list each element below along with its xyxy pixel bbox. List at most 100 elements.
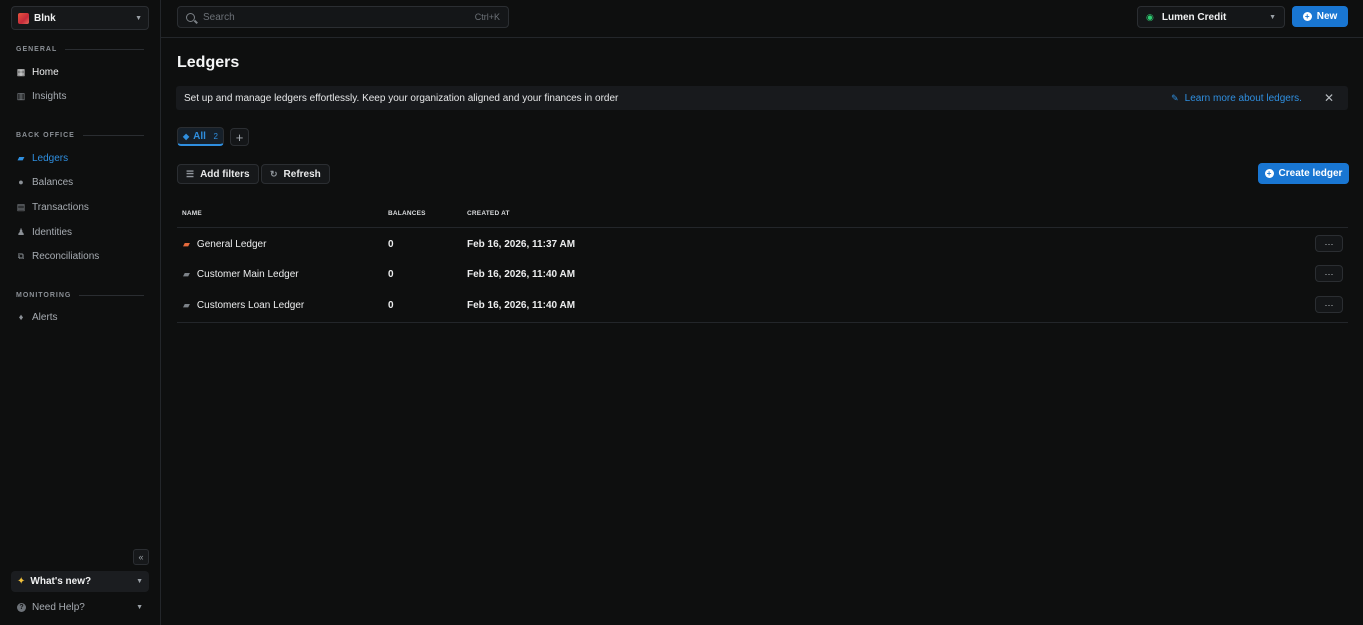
new-button-label: New bbox=[1316, 11, 1338, 22]
tab-count: 2 bbox=[213, 131, 218, 141]
create-ledger-label: Create ledger bbox=[1278, 168, 1343, 179]
layers-icon: ◆ bbox=[183, 131, 190, 141]
whats-new-button[interactable]: ✦ What's new? ▼ bbox=[11, 571, 149, 592]
section-label-general: GENERAL bbox=[16, 46, 144, 53]
chevron-down-icon: ▼ bbox=[136, 603, 143, 611]
ledger-balances: 0 bbox=[388, 268, 394, 280]
info-banner: Set up and manage ledgers effortlessly. … bbox=[176, 86, 1348, 110]
sidebar-item-label: Identities bbox=[32, 226, 73, 238]
sidebar-item-label: Ledgers bbox=[32, 152, 69, 164]
table-divider bbox=[177, 322, 1348, 323]
section-label-monitoring: MONITORING bbox=[16, 292, 144, 299]
sidebar-item-alerts[interactable]: ♦ Alerts bbox=[16, 308, 58, 326]
column-header-created-at[interactable]: CREATED AT bbox=[467, 210, 510, 217]
search-icon bbox=[186, 12, 195, 22]
folder-icon: ▰ bbox=[183, 238, 190, 249]
sidebar-item-transactions[interactable]: ▤ Transactions bbox=[16, 198, 89, 216]
sidebar-item-insights[interactable]: ▥ Insights bbox=[16, 87, 67, 105]
ledger-name-cell: ▰ Customer Main Ledger bbox=[183, 259, 299, 289]
ledger-name: Customer Main Ledger bbox=[196, 268, 299, 280]
search-shortcut: Ctrl+K bbox=[474, 12, 500, 22]
table-row[interactable]: ▰ General Ledger 0 Feb 16, 2026, 11:37 A… bbox=[177, 229, 1348, 259]
ledger-balances: 0 bbox=[388, 238, 394, 250]
folder-icon: ▰ bbox=[17, 152, 25, 163]
refresh-label: Refresh bbox=[283, 168, 321, 180]
column-header-name[interactable]: NAME bbox=[182, 210, 202, 217]
sidebar-item-label: Home bbox=[32, 66, 59, 78]
table-divider bbox=[177, 227, 1348, 228]
table-row[interactable]: ▰ Customers Loan Ledger 0 Feb 16, 2026, … bbox=[177, 290, 1348, 320]
new-button[interactable]: + New bbox=[1292, 6, 1348, 27]
add-filters-label: Add filters bbox=[200, 168, 250, 180]
divider bbox=[79, 295, 144, 296]
ledger-created-at: Feb 16, 2026, 11:40 AM bbox=[467, 299, 576, 311]
folder-icon: ▰ bbox=[183, 268, 190, 279]
ledger-name: General Ledger bbox=[196, 238, 267, 250]
learn-more-label: Learn more about ledgers. bbox=[1184, 92, 1302, 104]
column-header-balances[interactable]: BALANCES bbox=[388, 210, 426, 217]
close-icon[interactable]: ✕ bbox=[1324, 91, 1334, 105]
org-name: Blnk bbox=[34, 12, 56, 24]
chevron-down-icon: ▼ bbox=[1269, 13, 1276, 21]
org-switcher[interactable]: Blnk ▼ bbox=[11, 6, 149, 30]
refresh-button[interactable]: ↻ Refresh bbox=[261, 164, 330, 184]
section-label-text: BACK OFFICE bbox=[16, 132, 75, 139]
add-filters-button[interactable]: ☰ Add filters bbox=[177, 164, 259, 184]
row-actions-button[interactable]: ··· bbox=[1315, 265, 1343, 282]
divider bbox=[82, 135, 144, 136]
add-tab-button[interactable]: + bbox=[230, 128, 249, 146]
section-label-text: MONITORING bbox=[16, 292, 72, 299]
search-placeholder: Search bbox=[203, 11, 235, 23]
ledger-name-cell: ▰ Customers Loan Ledger bbox=[183, 290, 304, 320]
need-help-button[interactable]: ? Need Help? ▼ bbox=[11, 598, 149, 616]
sidebar-item-label: Insights bbox=[32, 90, 67, 102]
ledger-created-at: Feb 16, 2026, 11:37 AM bbox=[467, 238, 576, 250]
workspace-switcher[interactable]: ◉ Lumen Credit ▼ bbox=[1137, 6, 1285, 28]
coins-icon: ● bbox=[18, 177, 24, 187]
learn-more-link[interactable]: ✎ Learn more about ledgers. bbox=[1171, 93, 1302, 104]
plus-circle-icon: + bbox=[1302, 12, 1312, 21]
filter-icon: ☰ bbox=[186, 168, 195, 179]
need-help-label: Need Help? bbox=[32, 601, 85, 613]
users-icon: ♟ bbox=[16, 226, 26, 237]
book-icon: ✎ bbox=[1171, 92, 1179, 103]
reconcile-icon: ⧉ bbox=[17, 250, 25, 261]
topbar: Search Ctrl+K ◉ Lumen Credit ▼ + New bbox=[161, 0, 1363, 38]
sidebar-item-home[interactable]: ▦ Home bbox=[16, 63, 59, 81]
wifi-icon: ◉ bbox=[1146, 11, 1154, 22]
sidebar-item-reconciliations[interactable]: ⧉ Reconciliations bbox=[16, 247, 99, 265]
whats-new-label: What's new? bbox=[30, 576, 92, 587]
banner-message: Set up and manage ledgers effortlessly. … bbox=[184, 92, 619, 104]
ledger-name-cell: ▰ General Ledger bbox=[183, 229, 266, 259]
plus-circle-icon: + bbox=[1264, 169, 1274, 178]
sidebar-item-label: Reconciliations bbox=[32, 250, 100, 262]
sidebar-item-label: Transactions bbox=[32, 201, 89, 213]
sparkle-icon: ✦ bbox=[17, 576, 26, 587]
ledger-name: Customers Loan Ledger bbox=[196, 299, 305, 311]
sidebar-item-balances[interactable]: ● Balances bbox=[16, 173, 73, 191]
sidebar-item-ledgers[interactable]: ▰ Ledgers bbox=[16, 149, 69, 167]
chevron-down-icon: ▼ bbox=[135, 14, 142, 22]
chart-icon: ▥ bbox=[16, 90, 26, 101]
folder-icon: ▰ bbox=[183, 299, 190, 310]
page-title: Ledgers bbox=[177, 54, 240, 71]
divider bbox=[65, 49, 144, 50]
sidebar-item-identities[interactable]: ♟ Identities bbox=[16, 223, 72, 241]
section-label-back-office: BACK OFFICE bbox=[16, 132, 144, 139]
transactions-icon: ▤ bbox=[16, 201, 26, 212]
row-actions-button[interactable]: ··· bbox=[1315, 296, 1343, 313]
search-input[interactable]: Search Ctrl+K bbox=[177, 6, 509, 28]
tab-all[interactable]: ◆ All 2 bbox=[177, 127, 224, 146]
org-logo-icon bbox=[18, 12, 29, 24]
sidebar: Blnk ▼ GENERAL ▦ Home ▥ Insights BACK OF… bbox=[0, 0, 161, 625]
workspace-name: Lumen Credit bbox=[1161, 11, 1227, 23]
home-icon: ▦ bbox=[16, 66, 26, 77]
section-label-text: GENERAL bbox=[16, 46, 58, 53]
sidebar-item-label: Balances bbox=[32, 176, 74, 188]
collapse-sidebar-button[interactable]: « bbox=[133, 549, 149, 565]
ledger-created-at: Feb 16, 2026, 11:40 AM bbox=[467, 268, 576, 280]
row-actions-button[interactable]: ··· bbox=[1315, 235, 1343, 252]
table-row[interactable]: ▰ Customer Main Ledger 0 Feb 16, 2026, 1… bbox=[177, 259, 1348, 289]
help-icon: ? bbox=[17, 602, 26, 612]
create-ledger-button[interactable]: + Create ledger bbox=[1258, 163, 1349, 184]
